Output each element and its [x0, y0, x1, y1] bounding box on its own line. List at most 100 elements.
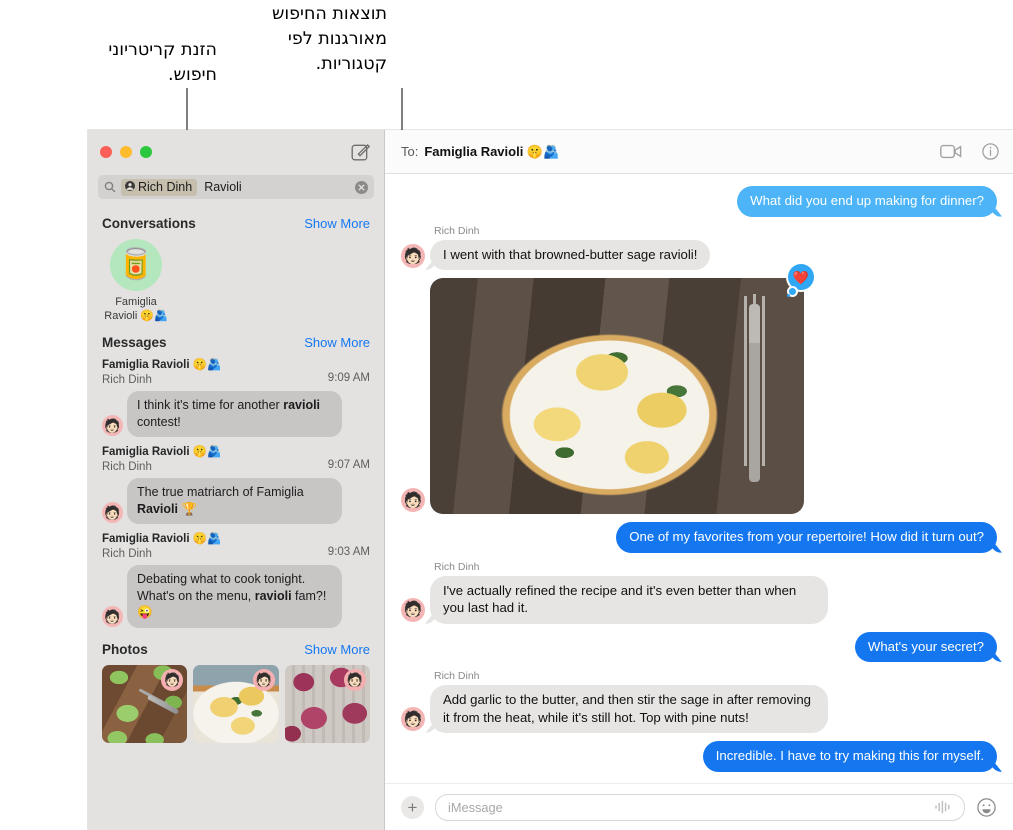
section-title: Photos [102, 641, 148, 657]
message-bubble-incoming[interactable]: I went with that browned-butter sage rav… [430, 239, 711, 271]
window-titlebar [88, 130, 384, 173]
text-before: I think it's time for another [137, 397, 284, 412]
section-header-messages: Messages Show More [88, 327, 384, 356]
message-result-sender: Rich Dinh [102, 547, 152, 560]
minimize-button[interactable] [120, 145, 132, 158]
avatar: 🧑🏻 [401, 597, 425, 622]
section-header-conversations: Conversations Show More [88, 208, 384, 237]
conversation-name: Famiglia Ravioli 🤫🫂 [104, 296, 168, 323]
avatar: 🧑🏻 [401, 707, 425, 732]
message-result-body: 🧑🏻 I think it's time for another ravioli… [102, 390, 370, 438]
photo-result-thumbnail[interactable]: 🧑🏻 [284, 664, 370, 743]
incoming-message-column: Rich Dinh I've actually refined the reci… [430, 561, 828, 624]
audio-waveform-icon[interactable] [934, 800, 952, 814]
search-input[interactable]: Rich Dinh Ravioli [98, 175, 374, 199]
message-result-meta: Famiglia Ravioli 🤫🫂 Rich Dinh 9:09 AM [102, 358, 370, 387]
message-bubble-outgoing[interactable]: What did you end up making for dinner? [737, 186, 997, 217]
sidebar: Rich Dinh Ravioli Conversations Show Mor… [88, 130, 385, 830]
zoom-button[interactable] [140, 145, 152, 158]
search-query-text: Ravioli [204, 180, 242, 194]
text-after: 🏆 [178, 501, 198, 516]
message-result-row[interactable]: Famiglia Ravioli 🤫🫂 Rich Dinh 9:07 AM 🧑🏻… [88, 443, 384, 530]
text-match: ravioli [254, 588, 292, 603]
message-result-sender: Rich Dinh [102, 460, 152, 473]
avatar: 🧑🏻 [161, 668, 184, 691]
message-bubble-outgoing[interactable]: What's your secret? [854, 631, 997, 663]
imessage-placeholder: iMessage [448, 799, 503, 815]
show-more-messages[interactable]: Show More [304, 335, 370, 350]
avatar: 🧑🏻 [401, 244, 425, 269]
avatar: 🧑🏻 [102, 605, 123, 627]
message-sender-name: Rich Dinh [434, 224, 480, 237]
screenshot-root: הזנת קריטריוני חיפוש. תוצאות החיפוש מאור… [0, 0, 1013, 830]
conversations-results: 🥫 Famiglia Ravioli 🤫🫂 [88, 237, 384, 327]
avatar: 🧑🏻 [102, 502, 123, 524]
message-result-body: 🧑🏻 Debating what to cook tonight. What's… [102, 564, 370, 628]
search-icon [104, 181, 116, 193]
show-more-photos[interactable]: Show More [304, 642, 370, 657]
annotation-results-by-category: תוצאות החיפוש מאורגנות לפי קטגוריות. [271, 4, 387, 74]
message-row: 🧑🏻 Rich Dinh I went with that browned-bu… [401, 225, 997, 271]
message-result-time: 9:09 AM [327, 372, 370, 385]
text-after: contest! [137, 414, 181, 429]
search-token-label: Rich Dinh [138, 179, 193, 194]
search-results-list[interactable]: Conversations Show More 🥫 Famiglia Ravio… [88, 208, 384, 830]
photo-result-thumbnail[interactable]: 🧑🏻 [193, 664, 279, 743]
text-match: ravioli [283, 397, 321, 412]
photo-attachment[interactable]: ❤️ [430, 264, 814, 515]
message-row: 🧑🏻 Rich Dinh Add garlic to the butter, a… [401, 670, 997, 734]
message-row: Incredible. I have to try making this fo… [401, 741, 997, 772]
message-sender-name: Rich Dinh [434, 670, 480, 683]
avatar: 🧑🏻 [343, 668, 366, 691]
message-bubble-outgoing[interactable]: Incredible. I have to try making this fo… [702, 741, 997, 772]
message-result-group: Famiglia Ravioli 🤫🫂 [102, 446, 222, 459]
annotation-search-criteria: הזנת קריטריוני חיפוש. [108, 40, 217, 85]
message-result-time: 9:07 AM [327, 459, 370, 472]
tomato-can-icon: 🥫 [117, 248, 155, 281]
plus-icon[interactable]: + [401, 795, 424, 819]
imessage-input[interactable]: iMessage [435, 793, 965, 821]
fork-detail [749, 304, 760, 483]
ravioli-photo[interactable] [430, 278, 804, 515]
show-more-conversations[interactable]: Show More [304, 216, 370, 231]
message-result-meta: Famiglia Ravioli 🤫🫂 Rich Dinh 9:03 AM [102, 532, 370, 561]
text-before: The true matriarch of Famiglia [137, 484, 304, 499]
compose-icon[interactable] [351, 142, 371, 161]
message-result-meta: Famiglia Ravioli 🤫🫂 Rich Dinh 9:07 AM [102, 445, 370, 474]
section-header-photos: Photos Show More [88, 634, 384, 663]
heart-reaction-badge[interactable]: ❤️ [788, 264, 814, 296]
close-button[interactable] [100, 145, 112, 158]
messages-window: Rich Dinh Ravioli Conversations Show Mor… [88, 130, 1013, 830]
conversation-header: To: Famiglia Ravioli 🤫🫂 [385, 130, 1013, 174]
message-bubble-incoming[interactable]: Add garlic to the butter, and then stir … [430, 685, 828, 734]
message-bubble-incoming[interactable]: I've actually refined the recipe and it'… [430, 575, 828, 624]
conversation-result-item[interactable]: 🥫 Famiglia Ravioli 🤫🫂 [102, 239, 170, 323]
message-result-time: 9:03 AM [327, 546, 370, 559]
message-result-row[interactable]: Famiglia Ravioli 🤫🫂 Rich Dinh 9:09 AM 🧑🏻… [88, 356, 384, 443]
message-result-bubble: I think it's time for another ravioli co… [127, 390, 342, 438]
message-composer: + iMessage [385, 783, 1013, 830]
info-icon[interactable] [982, 143, 999, 160]
message-row: One of my favorites from your repertoire… [401, 522, 997, 553]
message-result-body: 🧑🏻 The true matriarch of Famiglia Raviol… [102, 477, 370, 525]
group-avatar: 🥫 [110, 239, 162, 291]
message-result-bubble: Debating what to cook tonight. What's on… [127, 564, 342, 628]
photo-result-thumbnail[interactable]: 🧑🏻 [102, 664, 188, 743]
message-thread[interactable]: What did you end up making for dinner? 🧑… [385, 174, 1013, 783]
message-result-row[interactable]: Famiglia Ravioli 🤫🫂 Rich Dinh 9:03 AM 🧑🏻… [88, 530, 384, 634]
clear-icon[interactable] [355, 180, 368, 194]
message-row: What did you end up making for dinner? [401, 186, 997, 217]
search-token-contact[interactable]: Rich Dinh [121, 178, 198, 196]
video-camera-icon[interactable] [940, 144, 962, 159]
photo-results: 🧑🏻 🧑🏻 🧑🏻 [88, 663, 384, 753]
avatar: 🧑🏻 [401, 488, 425, 513]
recipient-name[interactable]: Famiglia Ravioli 🤫🫂 [424, 144, 559, 160]
message-result-bubble: The true matriarch of Famiglia Ravioli 🏆 [127, 477, 342, 525]
message-bubble-outgoing[interactable]: One of my favorites from your repertoire… [616, 522, 997, 553]
section-title: Conversations [102, 216, 196, 231]
emoji-smiley-icon[interactable] [976, 797, 997, 818]
contact-icon [125, 180, 135, 194]
search-bar-wrapper: Rich Dinh Ravioli [88, 173, 384, 208]
text-match: Ravioli [137, 501, 178, 516]
incoming-message-column: Rich Dinh I went with that browned-butte… [430, 224, 711, 271]
